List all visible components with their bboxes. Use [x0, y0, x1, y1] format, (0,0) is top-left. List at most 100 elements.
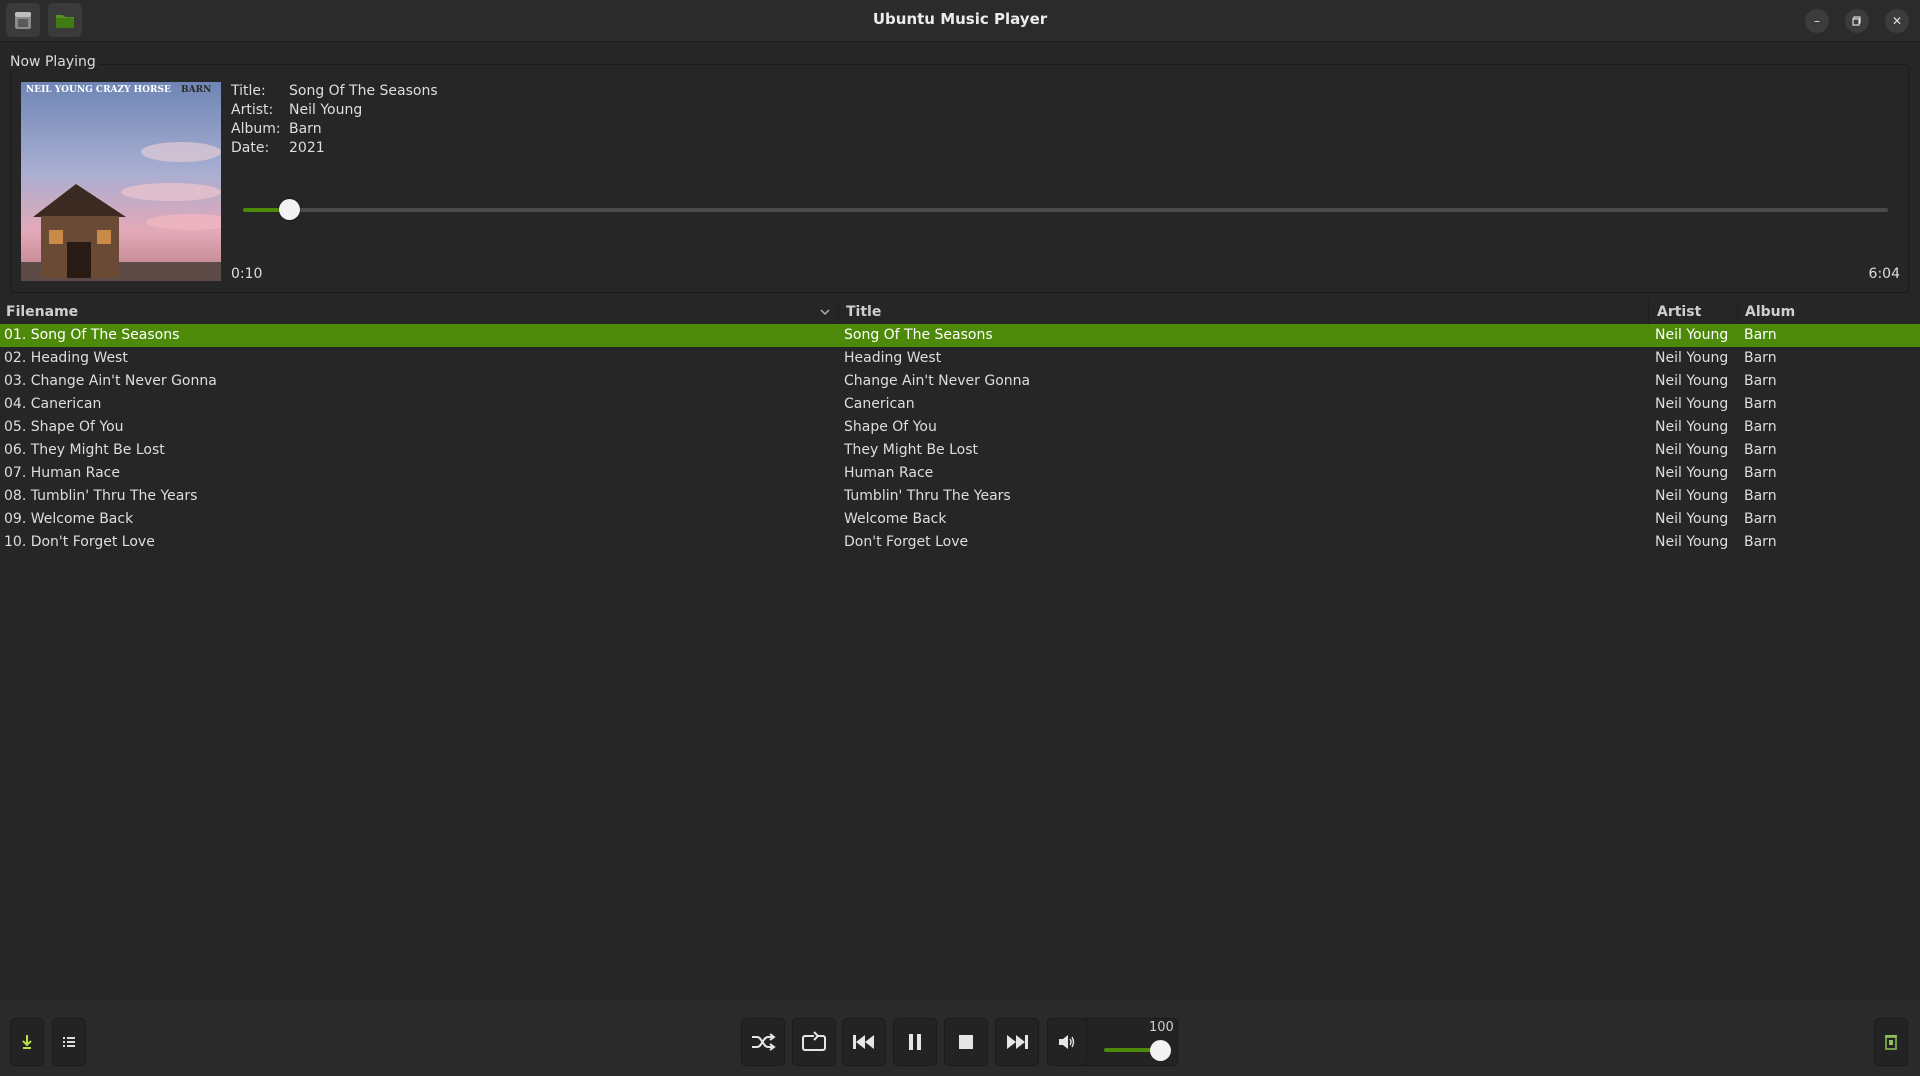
table-row[interactable]: 05. Shape Of You Shape Of You Neil Young Ba…	[0, 416, 1920, 439]
playlist-button[interactable]	[52, 1018, 86, 1066]
download-icon	[22, 1035, 32, 1049]
column-divider[interactable]	[838, 300, 839, 324]
playlist-table: 01. Song Of The Seasons Song Of The Seaso…	[0, 324, 1920, 554]
cell-album: Barn	[1744, 442, 1777, 458]
close-button[interactable]: ✕	[1885, 9, 1909, 33]
repeat-icon	[802, 1031, 826, 1051]
cell-artist: Neil Young	[1655, 396, 1729, 412]
minimize-button[interactable]: –	[1805, 9, 1829, 33]
table-row[interactable]: 09. Welcome Back Welcome Back Neil Young Ba…	[0, 508, 1920, 531]
column-divider[interactable]	[1737, 300, 1738, 324]
cover-artist-text: NEIL YOUNG CRAZY HORSE	[26, 85, 171, 95]
cell-artist: Neil Young	[1655, 511, 1729, 527]
metadata-row: Title: Song Of The Seasons	[231, 82, 438, 101]
sort-chevron-icon[interactable]	[820, 309, 830, 316]
now-playing-label: Now Playing	[10, 54, 99, 70]
cell-filename: 10. Don't Forget Love	[4, 534, 155, 550]
volume-handle[interactable]	[1150, 1040, 1171, 1061]
repeat-button[interactable]	[792, 1018, 836, 1066]
mute-button[interactable]	[1047, 1018, 1087, 1066]
restore-icon	[1852, 16, 1861, 26]
player-controls-bar	[0, 1000, 1920, 1076]
import-button[interactable]	[10, 1018, 44, 1066]
cell-title: Canerican	[844, 396, 915, 412]
seek-handle[interactable]	[279, 199, 301, 220]
speaker-icon	[1059, 1035, 1075, 1049]
window-title: Ubuntu Music Player	[872, 10, 1048, 28]
skip-back-icon	[853, 1035, 874, 1049]
cell-title: Tumblin' Thru The Years	[844, 488, 1011, 504]
elapsed-time: 0:10	[231, 266, 263, 282]
cell-artist: Neil Young	[1655, 488, 1729, 504]
metadata-key: Date:	[231, 140, 270, 156]
cell-album: Barn	[1744, 327, 1777, 343]
cell-artist: Neil Young	[1655, 419, 1729, 435]
playlist-header: Filename Title Artist Album	[0, 300, 1920, 324]
cell-album: Barn	[1744, 534, 1777, 550]
trash-icon	[1885, 1035, 1897, 1050]
minimize-icon: –	[1814, 14, 1820, 28]
skip-forward-icon	[1007, 1035, 1028, 1049]
cell-filename: 07. Human Race	[4, 465, 120, 481]
metadata-key: Title:	[231, 83, 266, 99]
table-row[interactable]: 02. Heading West Heading West Neil Young Ba…	[0, 347, 1920, 370]
stop-button[interactable]	[944, 1018, 988, 1066]
metadata-value: Song Of The Seasons	[289, 83, 438, 99]
column-artist[interactable]: Artist	[1657, 304, 1701, 320]
cell-filename: 06. They Might Be Lost	[4, 442, 165, 458]
cell-artist: Neil Young	[1655, 465, 1729, 481]
cell-filename: 04. Canerican	[4, 396, 102, 412]
shuffle-button[interactable]	[741, 1018, 785, 1066]
column-divider[interactable]	[1648, 300, 1649, 324]
pause-button[interactable]	[893, 1018, 937, 1066]
table-row[interactable]: 08. Tumblin' Thru The Years Tumblin' Thru…	[0, 485, 1920, 508]
album-art-image: NEIL YOUNG CRAZY HORSE BARN	[21, 82, 221, 281]
metadata-value: Barn	[289, 121, 322, 137]
cell-filename: 03. Change Ain't Never Gonna	[4, 373, 217, 389]
table-row[interactable]: 10. Don't Forget Love Don't Forget Love Ne…	[0, 531, 1920, 554]
cell-artist: Neil Young	[1655, 534, 1729, 550]
cover-title-text: BARN	[181, 85, 211, 95]
cell-title: Don't Forget Love	[844, 534, 969, 550]
cell-album: Barn	[1744, 396, 1777, 412]
metadata-key: Artist:	[231, 102, 274, 118]
table-row[interactable]: 06. They Might Be Lost They Might Be Lost…	[0, 439, 1920, 462]
maximize-button[interactable]	[1845, 9, 1869, 33]
metadata-row: Artist: Neil Young	[231, 101, 438, 120]
clear-playlist-button[interactable]	[1874, 1018, 1908, 1066]
metadata-row: Album: Barn	[231, 120, 438, 139]
cell-title: Change Ain't Never Gonna	[844, 373, 1031, 389]
close-icon: ✕	[1891, 14, 1903, 28]
cell-album: Barn	[1744, 488, 1777, 504]
cell-album: Barn	[1744, 350, 1777, 366]
album-cover: NEIL YOUNG CRAZY HORSE BARN	[21, 82, 221, 281]
column-title[interactable]: Title	[846, 304, 881, 320]
table-row[interactable]: 04. Canerican Canerican Neil Young Barn	[0, 393, 1920, 416]
table-row[interactable]: 03. Change Ain't Never Gonna Change Ain't…	[0, 370, 1920, 393]
cell-title: They Might Be Lost	[844, 442, 979, 458]
list-icon	[63, 1037, 75, 1047]
title-bar: Ubuntu Music Player – ✕	[0, 0, 1920, 42]
total-duration: 6:04	[1868, 266, 1900, 282]
table-row[interactable]: 01. Song Of The Seasons Song Of The Seaso…	[0, 324, 1920, 347]
seek-slider[interactable]	[243, 199, 1888, 220]
cell-title: Shape Of You	[844, 419, 937, 435]
column-album[interactable]: Album	[1745, 304, 1795, 320]
stop-icon	[959, 1035, 973, 1049]
cell-album: Barn	[1744, 465, 1777, 481]
cell-filename: 09. Welcome Back	[4, 511, 134, 527]
column-filename[interactable]: Filename	[6, 304, 78, 320]
cell-artist: Neil Young	[1655, 350, 1729, 366]
previous-track-button[interactable]	[842, 1018, 886, 1066]
cell-filename: 08. Tumblin' Thru The Years	[4, 488, 198, 504]
cell-artist: Neil Young	[1655, 373, 1729, 389]
metadata-key: Album:	[231, 121, 281, 137]
next-track-button[interactable]	[995, 1018, 1039, 1066]
cell-title: Song Of The Seasons	[844, 327, 993, 343]
cell-filename: 05. Shape Of You	[4, 419, 124, 435]
cell-filename: 02. Heading West	[4, 350, 128, 366]
track-metadata: Title: Song Of The Seasons Artist: Neil You…	[231, 82, 438, 158]
table-row[interactable]: 07. Human Race Human Race Neil Young Barn	[0, 462, 1920, 485]
cell-album: Barn	[1744, 373, 1777, 389]
cell-title: Heading West	[844, 350, 942, 366]
